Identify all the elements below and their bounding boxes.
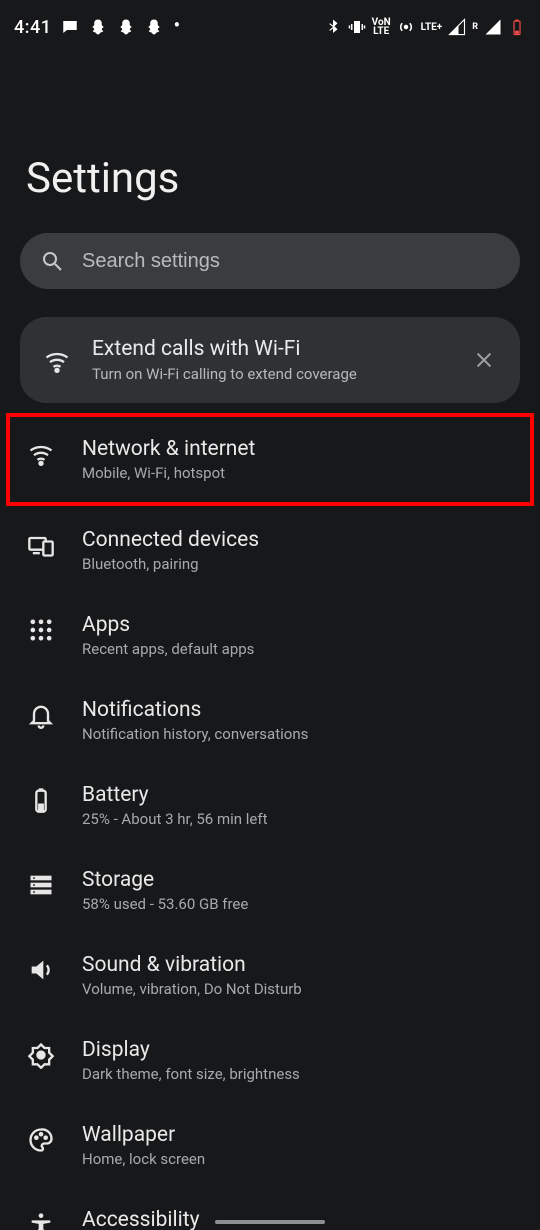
- item-title: Display: [82, 1038, 514, 1062]
- close-button[interactable]: [470, 346, 498, 374]
- item-sound-vibration[interactable]: Sound & vibration Volume, vibration, Do …: [20, 933, 520, 1018]
- status-left: 4:41 •: [14, 17, 180, 38]
- item-subtitle: Recent apps, default apps: [82, 640, 514, 658]
- clock: 4:41: [14, 17, 51, 38]
- item-storage[interactable]: Storage 58% used - 53.60 GB free: [20, 848, 520, 933]
- item-subtitle: Home, lock screen: [82, 1150, 514, 1168]
- volte-indicator: VoNLTE: [372, 18, 391, 36]
- item-title: Notifications: [82, 698, 514, 722]
- apps-grid-icon: [26, 615, 56, 645]
- item-subtitle: 58% used - 53.60 GB free: [82, 895, 514, 913]
- signal-icon: [448, 18, 466, 36]
- item-wallpaper[interactable]: Wallpaper Home, lock screen: [20, 1103, 520, 1188]
- bluetooth-icon: [324, 18, 342, 36]
- suggestion-subtitle: Turn on Wi-Fi calling to extend coverage: [92, 365, 450, 383]
- page-title: Settings: [26, 154, 514, 203]
- vibrate-icon: [348, 18, 366, 36]
- item-title: Apps: [82, 613, 514, 637]
- suggestion-card[interactable]: Extend calls with Wi-Fi Turn on Wi-Fi ca…: [20, 317, 520, 403]
- item-connected-devices[interactable]: Connected devices Bluetooth, pairing: [20, 508, 520, 593]
- wifi-icon: [26, 439, 56, 469]
- item-subtitle: Mobile, Wi-Fi, hotspot: [82, 464, 514, 482]
- settings-list: Network & internet Mobile, Wi-Fi, hotspo…: [20, 417, 520, 1230]
- bell-icon: [26, 700, 56, 730]
- status-bar: 4:41 • VoNLTE LTE+ R: [0, 0, 540, 54]
- item-network-internet[interactable]: Network & internet Mobile, Wi-Fi, hotspo…: [10, 417, 530, 502]
- item-subtitle: Dark theme, font size, brightness: [82, 1065, 514, 1083]
- item-title: Sound & vibration: [82, 953, 514, 977]
- battery-icon: [26, 785, 56, 815]
- item-title: Connected devices: [82, 528, 514, 552]
- item-subtitle: Volume, vibration, Do Not Disturb: [82, 980, 514, 998]
- lte-indicator: LTE+: [421, 23, 443, 32]
- item-title: Storage: [82, 868, 514, 892]
- snapchat-icon: [117, 18, 135, 36]
- item-title: Accessibility: [82, 1208, 514, 1230]
- item-subtitle: 25% - About 3 hr, 56 min left: [82, 810, 514, 828]
- storage-icon: [26, 870, 56, 900]
- gesture-nav-indicator[interactable]: [215, 1220, 325, 1224]
- brightness-icon: [26, 1040, 56, 1070]
- search-icon: [40, 249, 64, 273]
- suggestion-title: Extend calls with Wi-Fi: [92, 337, 450, 361]
- hotspot-icon: [397, 18, 415, 36]
- item-subtitle: Notification history, conversations: [82, 725, 514, 743]
- battery-low-icon: [508, 18, 526, 36]
- item-title: Network & internet: [82, 437, 514, 461]
- search-bar[interactable]: [20, 233, 520, 289]
- item-apps[interactable]: Apps Recent apps, default apps: [20, 593, 520, 678]
- message-icon: [61, 18, 79, 36]
- status-right: VoNLTE LTE+ R: [324, 18, 526, 36]
- accessibility-icon: [26, 1210, 56, 1230]
- wifi-icon: [42, 346, 72, 376]
- volume-icon: [26, 955, 56, 985]
- item-battery[interactable]: Battery 25% - About 3 hr, 56 min left: [20, 763, 520, 848]
- palette-icon: [26, 1125, 56, 1155]
- signal-icon: [484, 18, 502, 36]
- item-notifications[interactable]: Notifications Notification history, conv…: [20, 678, 520, 763]
- roaming-indicator: R: [472, 23, 478, 32]
- search-input[interactable]: [82, 250, 500, 273]
- snapchat-icon: [89, 18, 107, 36]
- item-title: Battery: [82, 783, 514, 807]
- devices-icon: [26, 530, 56, 560]
- snapchat-icon: [145, 18, 163, 36]
- item-title: Wallpaper: [82, 1123, 514, 1147]
- item-display[interactable]: Display Dark theme, font size, brightnes…: [20, 1018, 520, 1103]
- item-subtitle: Bluetooth, pairing: [82, 555, 514, 573]
